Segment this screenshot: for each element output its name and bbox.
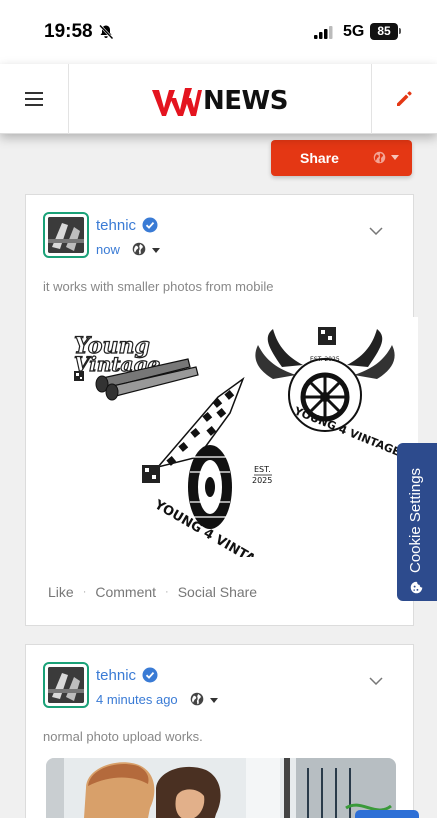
chevron-down-icon[interactable] [369, 227, 383, 235]
post-card: tehnic 4 minutes ago normal photo upload… [25, 644, 414, 818]
logo-text: NEWS [203, 86, 288, 116]
post-timestamp[interactable]: 4 minutes ago [96, 692, 178, 707]
post-image[interactable] [46, 758, 396, 818]
cookie-settings-label: Cookie Settings [407, 467, 424, 573]
privacy-dropdown-caret[interactable] [210, 698, 218, 703]
privacy-dropdown-caret[interactable] [152, 248, 160, 253]
page: 19:58 5G 85 NEWS Share tehnic now it wor… [0, 0, 437, 818]
like-button[interactable]: Like [48, 584, 74, 600]
logo-mark-icon [152, 88, 202, 116]
separator: · [82, 586, 87, 598]
author-name[interactable]: tehnic [96, 667, 136, 684]
muted-bell-icon [99, 24, 114, 40]
author-name[interactable]: tehnic [96, 217, 136, 234]
separator: · [165, 586, 169, 598]
cookie-settings-button[interactable]: Cookie Settings [397, 443, 437, 601]
verified-badge-icon [142, 667, 158, 683]
battery-tip [399, 28, 401, 34]
post-image[interactable]: Young Vintage EST. 2025 YOUNG 4 VINTAGE … [68, 317, 418, 557]
social-share-button[interactable]: Social Share [178, 584, 257, 600]
avatar[interactable] [43, 662, 89, 708]
header-divider [68, 64, 69, 134]
est-label: EST. [254, 465, 271, 474]
share-button-label: Share [300, 150, 339, 166]
post-card: tehnic now it works with smaller photos … [25, 194, 418, 626]
signal-icon [314, 26, 333, 39]
globe-icon[interactable] [373, 151, 386, 164]
post-actions: Like · Comment · Social Share [48, 584, 257, 600]
year-label: 2025 [252, 476, 272, 485]
write-post-button[interactable] [371, 64, 437, 134]
network-type: 5G [343, 23, 365, 40]
est-label: EST. 2025 [310, 356, 340, 363]
site-header: NEWS [0, 64, 437, 134]
status-time: 19:58 [44, 21, 93, 42]
cookie-icon [410, 581, 423, 594]
battery-level: 85 [370, 23, 398, 40]
globe-icon[interactable] [190, 692, 204, 706]
globe-icon[interactable] [132, 242, 146, 256]
avatar-image [48, 667, 84, 703]
site-logo[interactable]: NEWS [152, 84, 288, 118]
avatar[interactable] [43, 212, 89, 258]
pencil-icon [397, 91, 412, 106]
chevron-down-icon[interactable] [391, 155, 399, 160]
share-button[interactable]: Share [271, 140, 412, 176]
post-photo [46, 758, 396, 818]
menu-button[interactable] [0, 64, 68, 134]
avatar-image [48, 217, 84, 253]
post-text: normal photo upload works. [43, 729, 203, 744]
status-bar: 19:58 5G 85 [0, 0, 437, 64]
post-timestamp[interactable]: now [96, 242, 120, 257]
verified-badge-icon [142, 217, 158, 233]
hamburger-icon [25, 92, 43, 106]
post-text: it works with smaller photos from mobile [43, 279, 274, 294]
comment-button[interactable]: Comment [95, 584, 156, 600]
floating-action-button[interactable] [355, 810, 419, 818]
chevron-down-icon[interactable] [369, 677, 383, 685]
